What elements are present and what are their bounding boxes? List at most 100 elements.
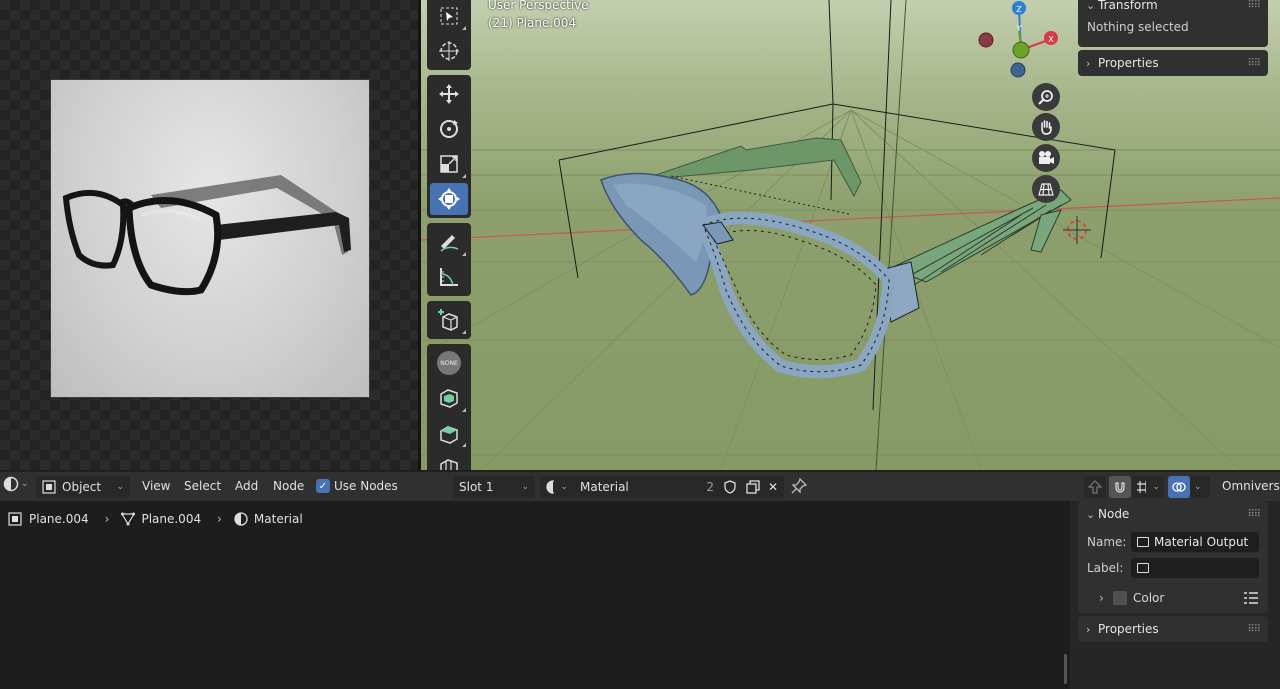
breadcrumb-material: Material xyxy=(253,512,303,526)
pan-button[interactable] xyxy=(1032,113,1060,141)
node-sidebar: ⌄ Node ⠿⠿ Name: Material Output Label: › xyxy=(1070,501,1280,689)
label-label: Label: xyxy=(1087,561,1124,575)
x-axis-line xyxy=(421,197,1280,241)
none-tool[interactable]: NONE xyxy=(430,347,468,379)
node-name-field[interactable]: Material Output xyxy=(1131,532,1259,552)
extrude-tool[interactable] xyxy=(430,382,468,414)
parent-node-tree-button[interactable] xyxy=(1084,476,1106,498)
none-icon: NONE xyxy=(437,351,461,375)
image-editor[interactable] xyxy=(0,0,418,470)
material-browse-button[interactable]: ⌄ xyxy=(540,476,574,498)
drag-grip-icon[interactable]: ⠿⠿ xyxy=(1247,58,1261,69)
menu-select[interactable]: Select xyxy=(184,479,221,493)
menu-view[interactable]: View xyxy=(142,479,170,493)
render-engine-label: Omniverse xyxy=(1222,479,1280,493)
scale-icon xyxy=(440,155,458,173)
3d-cursor xyxy=(1063,216,1091,244)
material-sphere-icon xyxy=(234,512,248,526)
close-icon: ✕ xyxy=(768,480,779,494)
menu-add[interactable]: Add xyxy=(235,479,258,493)
node-label-field[interactable] xyxy=(1131,558,1259,578)
reference-photo xyxy=(50,79,370,398)
node-name-row: Name: Material Output xyxy=(1087,531,1259,553)
transform-tool[interactable] xyxy=(430,183,468,215)
node-properties-panel: › Properties ⠿⠿ xyxy=(1078,616,1268,642)
transform-panel-header[interactable]: ⌄ Transform ⠿⠿ xyxy=(1078,0,1268,18)
node-panel-header[interactable]: ⌄ Node ⠿⠿ xyxy=(1078,501,1268,527)
pin-icon xyxy=(791,478,807,494)
eyeglasses-photo xyxy=(62,175,351,296)
breadcrumb-object: Plane.004 xyxy=(29,512,89,526)
transform-panel: ⌄ Transform ⠿⠿ Nothing selected xyxy=(1078,0,1268,47)
fake-user-button[interactable] xyxy=(720,476,742,498)
move-tool[interactable] xyxy=(430,78,468,110)
chevron-right-icon: › xyxy=(1086,622,1091,636)
cursor-icon xyxy=(439,41,459,61)
node-properties-header[interactable]: › Properties ⠿⠿ xyxy=(1078,616,1268,642)
camera-view-button[interactable] xyxy=(1032,144,1060,172)
ortho-toggle-button[interactable] xyxy=(1032,175,1060,203)
node-properties-title: Properties xyxy=(1098,622,1159,636)
material-sphere-icon xyxy=(546,480,555,494)
properties-panel-header[interactable]: › Properties ⠿⠿ xyxy=(1078,50,1268,76)
select-box-icon xyxy=(440,7,458,25)
use-nodes-toggle[interactable]: ✓ Use Nodes xyxy=(316,479,398,493)
loop-cut-tool[interactable] xyxy=(430,452,468,470)
snap-toggle[interactable] xyxy=(1109,476,1131,498)
zoom-button[interactable] xyxy=(1032,83,1060,111)
object-type-label: Object xyxy=(62,480,102,494)
object-icon xyxy=(8,512,22,526)
node-panel: ⌄ Node ⠿⠿ Name: Material Output Label: › xyxy=(1078,501,1268,613)
gizmo-y-label: Y xyxy=(1016,24,1022,33)
node-color-row[interactable]: › Color xyxy=(1087,587,1259,609)
node-panel-title: Node xyxy=(1098,507,1130,521)
material-user-count[interactable]: 2 xyxy=(706,480,714,494)
chevron-right-icon: › xyxy=(217,512,222,526)
list-icon[interactable] xyxy=(1243,591,1259,605)
drag-grip-icon[interactable]: ⠿⠿ xyxy=(1247,624,1261,635)
menu-node[interactable]: Node xyxy=(273,479,304,493)
grid-ortho-icon xyxy=(1038,183,1054,196)
annotate-tool[interactable] xyxy=(430,226,468,258)
select-box-tool[interactable] xyxy=(430,0,468,32)
navigation-gizmo[interactable]: Z Y X xyxy=(978,1,1058,78)
overlays-toggle[interactable] xyxy=(1168,476,1190,498)
gizmo-x-label: X xyxy=(1048,35,1054,44)
scrollbar[interactable] xyxy=(1064,654,1067,684)
shield-icon xyxy=(724,480,736,494)
node-output-icon xyxy=(1137,563,1149,573)
overlays-dropdown[interactable]: ⌄ xyxy=(1190,476,1210,498)
measure-tool[interactable] xyxy=(430,261,468,293)
3d-viewport[interactable]: Z Y X User Perspective (21) Plane.004 NO… xyxy=(421,0,1280,470)
snap-mode-dropdown[interactable]: ⌄ xyxy=(1132,476,1164,498)
chevron-right-icon: › xyxy=(1086,56,1091,70)
node-output-icon xyxy=(1137,537,1149,547)
material-name: Material xyxy=(580,480,629,494)
cursor-tool[interactable] xyxy=(430,35,468,67)
breadcrumb-mesh: Plane.004 xyxy=(141,512,202,526)
transform-title: Transform xyxy=(1098,0,1158,12)
slot-dropdown[interactable]: Slot 1 ⌄ xyxy=(453,476,535,498)
color-checkbox[interactable] xyxy=(1113,591,1127,605)
drag-grip-icon[interactable]: ⠿⠿ xyxy=(1247,0,1261,11)
scale-tool[interactable] xyxy=(430,148,468,180)
add-cube-tool[interactable] xyxy=(430,304,468,336)
node-label-row: Label: xyxy=(1087,557,1259,579)
ruler-icon xyxy=(440,268,458,286)
object-type-dropdown[interactable]: Object ⌄ xyxy=(36,476,130,498)
rotate-tool[interactable] xyxy=(430,113,468,145)
transform-icon xyxy=(438,188,460,210)
color-label: Color xyxy=(1133,591,1165,605)
checkmark-icon: ✓ xyxy=(316,479,330,493)
chevron-right-icon: › xyxy=(1099,591,1104,605)
breadcrumb: Plane.004 › Plane.004 › Material xyxy=(7,512,303,526)
duplicate-material-button[interactable] xyxy=(742,476,764,498)
inset-tool[interactable] xyxy=(430,417,468,449)
arrow-up-icon xyxy=(1088,480,1102,494)
unlink-material-button[interactable]: ✕ xyxy=(764,476,784,498)
object-icon xyxy=(42,480,56,494)
pin-button[interactable] xyxy=(791,478,807,494)
editor-type-selector[interactable]: ⌄ xyxy=(3,476,29,492)
material-name-field[interactable]: Material 2 xyxy=(574,476,720,498)
drag-grip-icon[interactable]: ⠿⠿ xyxy=(1247,509,1261,520)
